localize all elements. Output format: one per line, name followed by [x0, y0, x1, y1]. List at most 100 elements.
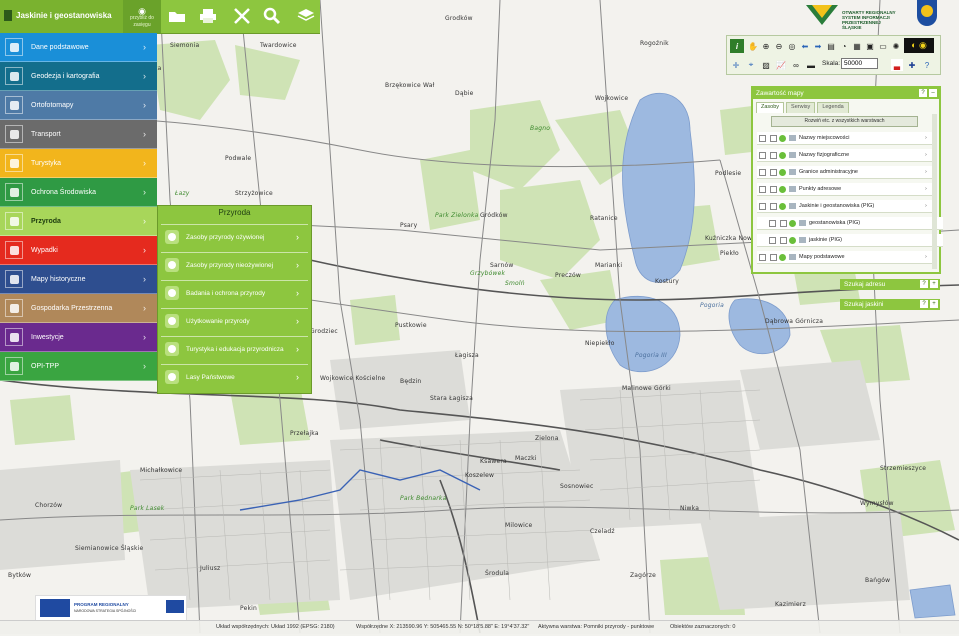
arrow-back-icon[interactable]: ⬅ [799, 40, 811, 52]
scale-input[interactable] [841, 58, 878, 69]
layer-checkbox[interactable] [770, 134, 777, 142]
menu-item-10[interactable]: Inwestycje › [0, 323, 157, 352]
tab-legenda[interactable]: Legenda [817, 102, 849, 113]
minimize-icon[interactable]: – [929, 89, 937, 97]
zoom-extent-icon[interactable]: ◎ [786, 40, 798, 52]
menu-item-9[interactable]: Gospodarka Przestrzenna › [0, 294, 157, 323]
zoom-to-layer-button[interactable]: ◉ przybliż do zasięgu [123, 0, 161, 33]
expand-toggle[interactable] [759, 168, 766, 176]
eye-visibility-icon[interactable]: ◐ ◉ [904, 38, 934, 53]
map-place-label: Piekło [720, 250, 739, 257]
layer-label: geostanowiska (PIG) [809, 220, 861, 226]
expand-toggle[interactable] [759, 134, 766, 142]
map-place-label: Twardowice [260, 42, 297, 49]
menu-item-7[interactable]: Wypadki › [0, 236, 157, 265]
info-icon[interactable]: i [730, 39, 744, 53]
expand-toggle[interactable] [759, 202, 766, 210]
help-icon[interactable]: ? [919, 89, 927, 97]
measure-tools-icon[interactable] [232, 6, 252, 26]
map-place-label: Pekin [240, 605, 258, 612]
layer-row[interactable]: jaskinie (PIG)› [757, 234, 943, 247]
menu-item-3[interactable]: Transport › [0, 120, 157, 149]
layer-checkbox[interactable] [780, 219, 787, 227]
menu-item-1[interactable]: Geodezja i kartografia › [0, 62, 157, 91]
layer-row[interactable]: Mapy podstawowe › [757, 251, 933, 264]
expand-toggle[interactable] [769, 236, 776, 244]
submenu-item-1[interactable]: Zasoby przyrody nieożywionej › [161, 252, 308, 277]
polish-flag-icon[interactable]: ▃ [891, 59, 903, 71]
expand-all-button[interactable]: Rozwiń etc. z wszystkich warstwach [771, 116, 918, 127]
graph-icon[interactable]: 📈 [775, 59, 787, 71]
menu-item-4[interactable]: Turystyka › [0, 149, 157, 178]
profile-icon[interactable]: ◔ [838, 40, 850, 52]
help-icon[interactable]: ? [920, 300, 928, 308]
select-area-icon[interactable]: ▨ [760, 59, 772, 71]
layer-checkbox[interactable] [770, 202, 777, 210]
submenu-item-4[interactable]: Turystyka i edukacja przyrodnicza › [161, 336, 308, 361]
map-content-header: Zawartość mapy ? – [753, 88, 939, 99]
menu-item-6[interactable]: Przyroda › [0, 207, 157, 236]
crosshair-icon[interactable]: ✛ [730, 59, 742, 71]
submenu-item-3[interactable]: Użytkowanie przyrody › [161, 308, 308, 333]
tab-serwisy[interactable]: Serwisy [786, 102, 816, 113]
menu-item-5[interactable]: Ochrona Środowiska › [0, 178, 157, 207]
expand-icon[interactable]: + [930, 300, 938, 308]
arrow-forward-icon[interactable]: ➡ [812, 40, 824, 52]
map-place-label: Wymysłów [860, 500, 894, 507]
export-icon[interactable]: ▣ [864, 40, 876, 52]
zoom-out-icon[interactable]: ⊖ [773, 40, 785, 52]
globe-icon [5, 38, 23, 56]
link-icon[interactable]: ∞ [790, 59, 802, 71]
layer-checkbox[interactable] [780, 236, 787, 244]
layers-icon[interactable] [296, 6, 316, 26]
layer-checkbox[interactable] [770, 253, 777, 261]
menu-item-8[interactable]: Mapy historyczne › [0, 265, 157, 294]
menu-item-label: Gospodarka Przestrzenna [31, 304, 113, 312]
chart-icon[interactable]: ▦ [851, 40, 863, 52]
scale-icon[interactable]: ▬ [805, 59, 817, 71]
expand-toggle[interactable] [759, 185, 766, 193]
menu-item-11[interactable]: OPI-TPP › [0, 352, 157, 381]
folder-icon[interactable] [167, 6, 187, 26]
menu-item-0[interactable]: Dane podstawowe › [0, 33, 157, 62]
measure-icon[interactable]: ▭ [877, 40, 889, 52]
tab-zasoby[interactable]: Zasoby [756, 102, 785, 113]
print-map-icon[interactable]: ▤ [825, 40, 837, 52]
english-flag-icon[interactable]: ✚ [906, 59, 918, 71]
orsip-emblem-icon [806, 5, 838, 25]
coordinate-icon[interactable]: ⌖ [745, 59, 757, 71]
submenu-item-2[interactable]: Badania i ochrona przyrody › [161, 280, 308, 305]
zoom-in-icon[interactable]: ⊕ [760, 40, 772, 52]
expand-toggle[interactable] [759, 151, 766, 159]
layer-row[interactable]: geostanowiska (PIG)› [757, 217, 943, 230]
submenu-item-0[interactable]: Zasoby przyrody ożywionej › [161, 224, 308, 249]
expand-toggle[interactable] [759, 253, 766, 261]
address-search-bar[interactable]: Szukaj adresu ? + [840, 279, 940, 290]
layer-row[interactable]: Granice administracyjne › [757, 166, 933, 179]
layer-row[interactable]: Nazwy fizjograficzne › [757, 149, 933, 162]
help-icon[interactable]: ? [921, 59, 933, 71]
expand-toggle[interactable] [769, 219, 776, 227]
layer-checkbox[interactable] [770, 151, 777, 159]
layer-row[interactable]: Punkty adresowe › [757, 183, 933, 196]
help-icon[interactable]: ? [920, 280, 928, 288]
layer-checkbox[interactable] [770, 168, 777, 176]
pan-hand-icon[interactable]: ✋ [747, 40, 759, 52]
menu-item-2[interactable]: Ortofotomapy › [0, 91, 157, 120]
layer-checkbox[interactable] [770, 185, 777, 193]
category-title[interactable]: Jaskinie i geostanowiska [0, 0, 123, 33]
layer-list-scrollbar[interactable] [932, 114, 937, 269]
layer-row[interactable]: Jaskinie i geostanowiska (PIG) › [757, 200, 933, 213]
menu-item-label: Inwestycje [31, 333, 64, 341]
settings-icon[interactable]: ✺ [890, 40, 902, 52]
map-place-label: Maczki [515, 455, 537, 462]
submenu-item-5[interactable]: Lasy Państwowe › [161, 364, 308, 389]
search-icon[interactable] [262, 6, 282, 26]
print-icon[interactable] [198, 6, 218, 26]
cave-search-bar[interactable]: Szukaj jaskini ? + [840, 299, 940, 310]
tree-icon [165, 314, 179, 328]
layer-type-icon [799, 237, 806, 243]
expand-icon[interactable]: + [930, 280, 938, 288]
map-content-title: Zawartość mapy [756, 90, 804, 97]
layer-row[interactable]: Nazwy miejscowości › [757, 132, 933, 145]
